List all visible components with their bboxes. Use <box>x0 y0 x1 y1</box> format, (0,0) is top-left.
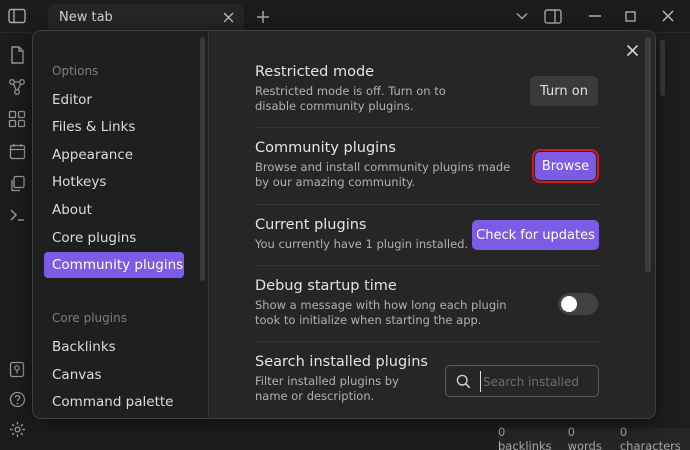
workspace-scrollbar[interactable] <box>660 40 665 96</box>
settings-modal: Options Editor Files & Links Appearance … <box>32 30 656 419</box>
close-icon[interactable] <box>623 41 641 59</box>
sidebar-scrollbar[interactable] <box>200 37 205 281</box>
search-icon <box>455 373 471 389</box>
split-view-icon[interactable] <box>542 5 564 27</box>
sidebar-item-canvas[interactable]: Canvas <box>44 362 184 388</box>
setting-description: You currently have 1 plugin installed. <box>255 237 469 251</box>
sidebar-item-core-plugins[interactable]: Core plugins <box>44 225 184 251</box>
terminal-icon[interactable] <box>6 204 28 226</box>
setting-description: Restricted mode is off. Turn on to disab… <box>255 84 446 113</box>
browse-button[interactable]: Browse <box>532 149 599 183</box>
status-word-count: 0 words <box>567 425 602 450</box>
minimize-icon[interactable] <box>584 5 606 27</box>
graph-icon[interactable] <box>6 76 28 98</box>
setting-description: Show a message with how long each plugin… <box>255 298 507 327</box>
chevron-down-icon[interactable] <box>511 5 533 27</box>
setting-description: Browse and install community plugins mad… <box>255 160 511 189</box>
toggle-knob <box>561 296 577 312</box>
maximize-icon[interactable] <box>619 5 641 27</box>
check-for-updates-button[interactable]: Check for updates <box>472 220 599 250</box>
sidebar-toggle-icon[interactable] <box>4 4 30 28</box>
close-icon[interactable] <box>220 9 236 25</box>
vault-icon[interactable] <box>6 358 28 380</box>
help-icon[interactable] <box>6 388 28 410</box>
search-installed-box[interactable] <box>445 365 599 397</box>
divider <box>255 204 599 205</box>
close-icon[interactable] <box>657 5 679 27</box>
settings-icon[interactable] <box>6 418 28 440</box>
left-ribbon <box>0 34 34 450</box>
core-plugins-heading: Core plugins <box>52 311 127 325</box>
status-bar: 0 backlinks 0 words 0 characters <box>498 425 690 450</box>
setting-debug-startup-time: Debug startup time Show a message with h… <box>255 278 599 328</box>
sidebar-item-appearance[interactable]: Appearance <box>44 142 184 168</box>
search-installed-input[interactable] <box>480 371 592 392</box>
tab-title: New tab <box>59 10 113 25</box>
setting-name: Debug startup time <box>255 278 397 294</box>
turn-on-button[interactable]: Turn on <box>530 76 598 106</box>
debug-startup-toggle[interactable] <box>558 293 598 315</box>
status-character-count: 0 characters <box>619 425 681 450</box>
copy-icon[interactable] <box>6 172 28 194</box>
status-backlinks[interactable]: 0 backlinks <box>498 425 556 450</box>
divider <box>255 265 599 266</box>
sidebar-item-files-links[interactable]: Files & Links <box>44 114 184 140</box>
canvas-icon[interactable] <box>6 108 28 130</box>
settings-sidebar: Options Editor Files & Links Appearance … <box>33 31 209 418</box>
sidebar-item-community-plugins[interactable]: Community plugins <box>44 252 184 278</box>
calendar-icon[interactable] <box>6 140 28 162</box>
sidebar-item-command-palette[interactable]: Command palette <box>44 389 184 415</box>
sidebar-item-about[interactable]: About <box>44 197 184 223</box>
file-explorer-icon[interactable] <box>6 44 28 66</box>
title-bar: New tab <box>0 0 690 34</box>
options-heading: Options <box>52 64 99 78</box>
content-scrollbar[interactable] <box>645 37 651 273</box>
divider <box>255 127 599 128</box>
sidebar-item-backlinks[interactable]: Backlinks <box>44 334 184 360</box>
plus-icon[interactable] <box>252 6 274 28</box>
setting-description: Filter installed plugins by name or desc… <box>255 374 399 403</box>
divider <box>255 341 599 342</box>
sidebar-item-editor[interactable]: Editor <box>44 87 184 113</box>
sidebar-item-hotkeys[interactable]: Hotkeys <box>44 169 184 195</box>
